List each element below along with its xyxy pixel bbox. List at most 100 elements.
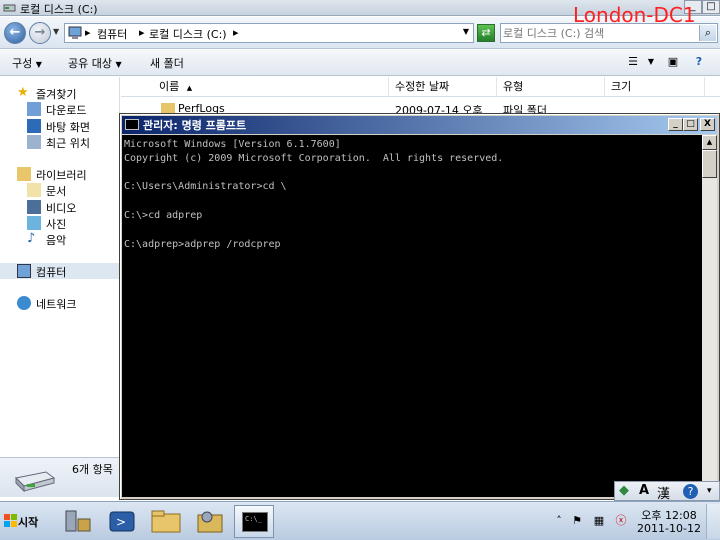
start-button[interactable]: 시작 <box>2 510 46 532</box>
command-prompt-window: 관리자: 명령 프롬프트 _ □ X Microsoft Windows [Ve… <box>119 113 720 500</box>
nav-libraries-label: 라이브러리 <box>36 169 87 182</box>
clock-time[interactable]: 오후 12:08 <box>640 507 698 523</box>
console-line: Microsoft Windows [Version 6.1.7600] <box>124 139 341 150</box>
new-folder-button[interactable]: 새 폴더 <box>150 55 184 71</box>
ime-options-icon[interactable]: ▾ <box>707 486 712 496</box>
cmd-title: 관리자: 명령 프롬프트 <box>143 119 247 132</box>
column-name[interactable]: 이름 ▲ <box>151 77 389 97</box>
help-icon[interactable]: ? <box>690 54 708 70</box>
console-line: C:\Users\Administrator>cd \ <box>124 181 287 192</box>
console-output[interactable]: Microsoft Windows [Version 6.1.7600] Cop… <box>122 135 702 497</box>
downloads-icon <box>27 102 41 116</box>
nav-music-label: 음악 <box>46 234 67 247</box>
nav-desktop-label: 바탕 화면 <box>46 121 90 134</box>
forward-button[interactable]: → <box>29 22 51 44</box>
cmd-minimize-button[interactable]: _ <box>668 118 683 131</box>
star-icon: ★ <box>17 85 29 100</box>
search-icon[interactable]: ⌕ <box>699 25 716 41</box>
refresh-button[interactable]: ⇄ <box>477 24 495 42</box>
view-options-icon[interactable]: ☰ <box>624 54 642 70</box>
console-icon: C:\_ <box>242 512 268 532</box>
computer-icon <box>68 26 82 39</box>
svg-text:>: > <box>116 515 126 529</box>
arrow-left-icon: ← <box>9 25 21 40</box>
scroll-up-icon[interactable]: ▲ <box>702 135 717 150</box>
column-size[interactable]: 크기 <box>605 77 705 97</box>
column-type[interactable]: 유형 <box>497 77 605 97</box>
share-label: 공유 대상 <box>68 57 112 70</box>
music-icon: ♪ <box>27 231 36 246</box>
taskbar-tools[interactable] <box>190 505 230 538</box>
pictures-icon <box>27 216 41 230</box>
search-input[interactable] <box>503 25 693 41</box>
history-dropdown-icon[interactable]: ▼ <box>53 27 59 36</box>
nav-computer[interactable]: 컴퓨터 <box>0 263 120 279</box>
back-button[interactable]: ← <box>4 22 26 44</box>
nav-downloads[interactable]: 다운로드 <box>0 101 120 117</box>
nav-favorites[interactable]: ★ 즐겨찾기 <box>0 85 120 101</box>
cmd-maximize-button[interactable]: □ <box>683 118 698 131</box>
start-label: 시작 <box>18 516 39 529</box>
cmd-titlebar[interactable]: 관리자: 명령 프롬프트 _ □ X <box>122 116 717 134</box>
cmd-scrollbar[interactable]: ▲ ▼ <box>702 135 717 497</box>
cmd-close-button[interactable]: X <box>700 118 715 131</box>
network-icon[interactable]: ▦ <box>592 514 606 528</box>
taskbar-command-prompt[interactable]: C:\_ <box>234 505 274 538</box>
ime-help-icon[interactable]: ? <box>683 484 698 499</box>
arrow-right-icon: → <box>34 25 46 40</box>
address-box[interactable]: ▸ 컴퓨터 ▸ 로컬 디스크 (C:) ▸ ▼ <box>64 23 474 43</box>
flag-icon[interactable]: ⚑ <box>570 514 584 528</box>
nav-desktop[interactable]: 바탕 화면 <box>0 118 120 134</box>
recent-places-icon <box>27 135 41 149</box>
ime-mode-toggle[interactable]: A <box>639 483 649 498</box>
preview-pane-icon[interactable]: ▣ <box>664 54 682 70</box>
nav-network-label: 네트워크 <box>36 298 77 311</box>
view-dropdown-icon[interactable]: ▼ <box>642 54 660 70</box>
nav-network[interactable]: 네트워크 <box>0 295 120 311</box>
organize-button[interactable]: 구성 ▼ <box>12 55 42 71</box>
organize-label: 구성 <box>12 57 33 70</box>
ime-hanja-button[interactable]: 漢 <box>657 483 670 502</box>
taskbar: 시작 > C:\_ ˄ ⚑ ▦ ⓧ 오후 12:08 2011-10-12 <box>0 501 720 540</box>
clock-date[interactable]: 2011-10-12 <box>636 522 702 535</box>
show-hidden-icons-icon[interactable]: ˄ <box>552 514 566 528</box>
console-line: C:\adprep>adprep /rodcprep <box>124 239 281 250</box>
admin-tools-icon <box>197 511 223 533</box>
nav-recent[interactable]: 최근 위치 <box>0 134 120 150</box>
breadcrumb-separator-icon[interactable]: ▸ <box>139 26 145 39</box>
chevron-down-icon: ▼ <box>35 60 42 69</box>
column-modified[interactable]: 수정한 날짜 <box>389 77 497 97</box>
console-line: Copyright (c) 2009 Microsoft Corporation… <box>124 153 504 164</box>
address-dropdown-icon[interactable]: ▼ <box>463 27 469 36</box>
ime-language-bar: ◆ A 漢 ? ▾ <box>614 481 720 502</box>
breadcrumb-separator-icon[interactable]: ▸ <box>233 26 239 39</box>
nav-videos[interactable]: 비디오 <box>0 199 120 215</box>
nav-libraries[interactable]: 라이브러리 <box>0 166 120 182</box>
refresh-icon: ⇄ <box>481 26 491 39</box>
nav-pictures[interactable]: 사진 <box>0 215 120 231</box>
ime-tool-icon[interactable]: ◆ <box>619 483 629 498</box>
scroll-thumb[interactable] <box>702 150 717 178</box>
console-icon-text: C:\_ <box>245 515 262 523</box>
nav-music[interactable]: ♪ 음악 <box>0 231 120 247</box>
taskbar-powershell[interactable]: > <box>102 505 142 538</box>
console-line: C:\>cd adprep <box>124 210 203 221</box>
drive-icon <box>3 4 16 12</box>
nav-downloads-label: 다운로드 <box>46 104 87 117</box>
taskbar-explorer[interactable] <box>146 505 186 538</box>
breadcrumb-computer[interactable]: 컴퓨터 <box>97 26 127 42</box>
nav-documents[interactable]: 문서 <box>0 182 120 198</box>
nav-documents-label: 문서 <box>46 185 67 198</box>
breadcrumb-separator-icon[interactable]: ▸ <box>85 26 91 39</box>
nav-recent-label: 최근 위치 <box>46 137 90 150</box>
nav-pictures-label: 사진 <box>46 218 67 231</box>
share-button[interactable]: 공유 대상 ▼ <box>68 55 122 71</box>
volume-muted-icon[interactable]: ⓧ <box>614 514 628 528</box>
restore-button[interactable]: □ <box>702 0 720 14</box>
powershell-icon: > <box>109 511 135 532</box>
show-desktop-button[interactable] <box>706 504 720 539</box>
breadcrumb-local-disk[interactable]: 로컬 디스크 (C:) <box>149 26 227 42</box>
chevron-down-icon: ▼ <box>115 60 122 69</box>
nav-favorites-label: 즐겨찾기 <box>36 88 77 101</box>
taskbar-server-manager[interactable] <box>58 505 98 538</box>
